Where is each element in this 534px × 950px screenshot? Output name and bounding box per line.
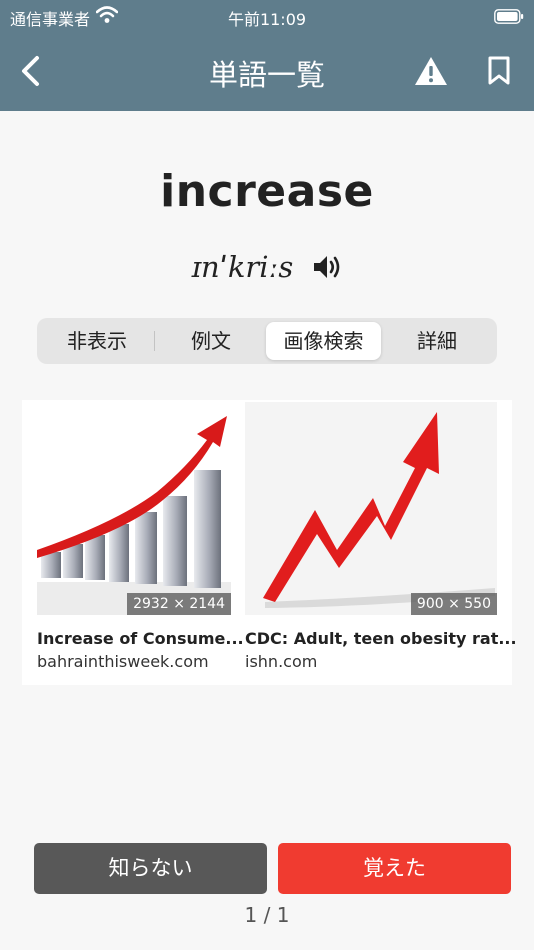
image-result-card[interactable]: 900 × 550 CDC: Adult, teen obesity rat..… xyxy=(245,402,517,685)
zigzag-arrow-image xyxy=(245,402,497,615)
bookmark-icon[interactable] xyxy=(486,56,512,86)
pronunciation-row: ɪnˈkriːs xyxy=(0,250,534,294)
dont-know-button[interactable]: 知らない xyxy=(34,843,267,894)
status-bar: 通信事業者 午前11:09 xyxy=(0,0,534,34)
image-thumbnail[interactable]: 900 × 550 xyxy=(245,402,497,615)
page-title: 単語一覧 xyxy=(208,58,325,92)
tab-details[interactable]: 詳細 xyxy=(381,322,493,360)
bar-chart-arrow-image xyxy=(37,402,231,615)
warning-icon[interactable] xyxy=(414,56,448,86)
image-dimensions: 900 × 550 xyxy=(410,593,497,615)
tab-image-search[interactable]: 画像検索 xyxy=(266,322,381,360)
speaker-icon[interactable] xyxy=(312,253,342,281)
nav-bar: 単語一覧 xyxy=(0,34,534,111)
status-time: 午前11:09 xyxy=(227,10,307,29)
know-button[interactable]: 覚えた xyxy=(278,843,511,894)
image-result-source: ishn.com xyxy=(245,652,318,671)
image-thumbnail[interactable]: 2932 × 2144 xyxy=(37,402,231,615)
image-result-title: CDC: Adult, teen obesity rat... xyxy=(245,629,517,648)
image-result-card[interactable]: 2932 × 2144 Increase of Consume... bahra… xyxy=(37,402,244,685)
image-dimensions: 2932 × 2144 xyxy=(127,593,231,615)
image-results: 2932 × 2144 Increase of Consume... bahra… xyxy=(22,400,517,685)
tab-hide[interactable]: 非表示 xyxy=(41,322,153,360)
battery-icon xyxy=(494,9,524,24)
image-result-source: bahrainthisweek.com xyxy=(37,652,209,671)
pronunciation-text: ɪnˈkriːs xyxy=(191,250,294,284)
view-mode-tabs: 非表示 例文 画像検索 詳細 xyxy=(37,318,497,364)
page-indicator: 1 / 1 xyxy=(244,903,290,927)
word-heading: increase xyxy=(160,166,374,217)
app-header: 通信事業者 午前11:09 単語一覧 xyxy=(0,0,534,111)
tab-examples[interactable]: 例文 xyxy=(155,322,267,360)
image-result-title: Increase of Consume... xyxy=(37,629,244,648)
